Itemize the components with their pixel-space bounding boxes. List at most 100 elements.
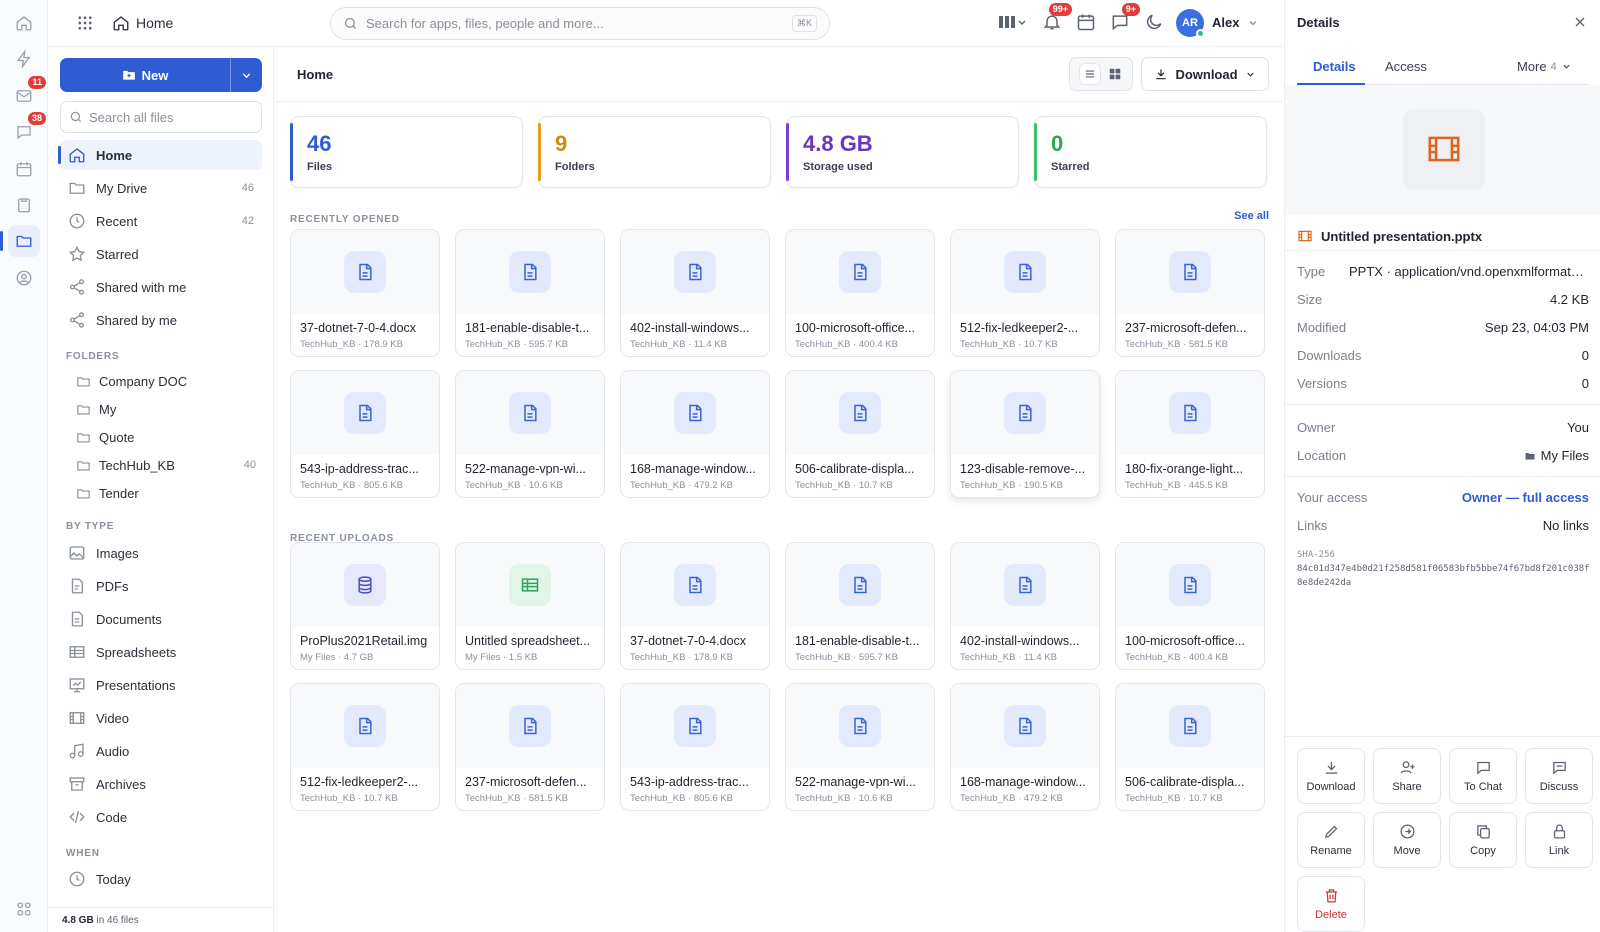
action-rename-button[interactable]: Rename [1297,812,1365,868]
file-name: 237-microsoft-defen... [465,775,587,789]
file-card[interactable]: 181-enable-disable-t... TechHub_KB · 595.… [785,542,935,670]
list-view-icon[interactable] [1080,64,1100,84]
alerts-icon[interactable]: 9+ [1110,3,1140,32]
file-card[interactable]: 100-microsoft-office... TechHub_KB · 400.… [1115,542,1265,670]
clipboard-icon[interactable] [8,189,40,221]
action-link-button[interactable]: Link [1525,812,1593,868]
action-copy-button[interactable]: Copy [1449,812,1517,868]
grid-icon[interactable] [8,893,40,925]
breadcrumb[interactable]: Home [112,14,173,32]
file-card[interactable]: Untitled spreadsheet... My Files · 1.5 KB [455,542,605,670]
type-video[interactable]: Video [60,703,262,733]
document-icon [685,262,705,282]
file-card[interactable]: 543-ip-address-trac... TechHub_KB · 805.6… [290,370,440,498]
tab-details[interactable]: Details [1313,59,1356,74]
grid-view-icon[interactable] [1108,67,1122,81]
type-pdfs[interactable]: PDFs [60,571,262,601]
detail-access: Your access Owner — full access [1297,490,1589,505]
type-documents[interactable]: Documents [60,604,262,634]
file-card[interactable]: 237-microsoft-defen... TechHub_KB · 581.5… [1115,229,1265,357]
file-card[interactable]: 37-dotnet-7-0-4.docx TechHub_KB · 178.9 K… [290,229,440,357]
action-delete-button[interactable]: Delete [1297,876,1365,932]
type-code[interactable]: Code [60,802,262,832]
file-card[interactable]: 402-install-windows... TechHub_KB · 11.4 … [950,542,1100,670]
file-card[interactable]: 522-manage-vpn-wi... TechHub_KB · 10.6 KB [785,683,935,811]
sidebar-item-recent[interactable]: Recent 42 [60,206,262,236]
access-link[interactable]: Owner — full access [1462,490,1589,505]
file-card[interactable]: 543-ip-address-trac... TechHub_KB · 805.6… [620,683,770,811]
sidebar-item-shared-with-me[interactable]: Shared with me [60,272,262,302]
chat-icon[interactable]: 38 [8,112,46,148]
when-today[interactable]: Today [60,864,262,894]
action-to-chat-button[interactable]: To Chat [1449,748,1517,804]
user-menu[interactable]: Alex [1212,15,1259,30]
detail-value-location[interactable]: My Files [1524,448,1589,463]
new-dropdown-button[interactable] [230,58,262,92]
document-icon [850,262,870,282]
file-card[interactable]: 512-fix-ledkeeper2-... TechHub_KB · 10.7 … [290,683,440,811]
file-name: 506-calibrate-displa... [1125,775,1245,789]
sidebar-item-home[interactable]: Home [58,140,262,170]
action-move-button[interactable]: Move [1373,812,1441,868]
new-button[interactable]: New [60,58,230,92]
detail-key: Links [1297,518,1328,533]
file-card[interactable]: 123-disable-remove-... TechHub_KB · 190.5… [950,370,1100,498]
apps-grid-icon[interactable] [76,14,94,32]
by-type-heading: BY TYPE [66,521,115,532]
file-card[interactable]: 168-manage-window... TechHub_KB · 479.2 K… [620,370,770,498]
file-card[interactable]: 506-calibrate-displa... TechHub_KB · 10.7… [1115,683,1265,811]
files-icon[interactable] [0,225,40,257]
sidebar-item-my-drive[interactable]: My Drive 46 [60,173,262,203]
file-name: Untitled spreadsheet... [465,634,591,648]
action-discuss-button[interactable]: Discuss [1525,748,1593,804]
calendar-icon[interactable] [1076,12,1096,32]
folder-item[interactable]: Quote [76,424,262,450]
download-button[interactable]: Download [1141,57,1269,91]
film-icon [68,709,86,727]
file-icon-badge [1004,705,1046,747]
home-icon[interactable] [8,7,40,39]
file-card[interactable]: 100-microsoft-office... TechHub_KB · 400.… [785,229,935,357]
file-card[interactable]: 506-calibrate-displa... TechHub_KB · 10.7… [785,370,935,498]
file-card[interactable]: 168-manage-window... TechHub_KB · 479.2 K… [950,683,1100,811]
notifications-icon[interactable]: 99+ [1042,3,1072,32]
folder-item[interactable]: Tender [76,480,262,506]
file-card[interactable]: 181-enable-disable-t... TechHub_KB · 595.… [455,229,605,357]
moon-icon[interactable] [1144,12,1164,32]
user-circle-icon[interactable] [8,262,40,294]
mail-icon[interactable]: 11 [8,76,46,112]
folder-item[interactable]: TechHub_KB 40 [76,452,262,478]
search-files-input[interactable]: Search all files [60,101,262,133]
detail-location: Location My Files [1297,448,1589,463]
calendar-icon[interactable] [8,153,40,185]
type-audio[interactable]: Audio [60,736,262,766]
file-card[interactable]: 512-fix-ledkeeper2-... TechHub_KB · 10.7 … [950,229,1100,357]
type-images[interactable]: Images [60,538,262,568]
folder-label: TechHub_KB [99,457,175,473]
action-download-button[interactable]: Download [1297,748,1365,804]
type-presentations[interactable]: Presentations [60,670,262,700]
file-card[interactable]: 180-fix-orange-light... TechHub_KB · 445.… [1115,370,1265,498]
user-plus-icon [1399,759,1416,776]
spreadsheet-icon [520,575,540,595]
action-share-button[interactable]: Share [1373,748,1441,804]
type-spreadsheets[interactable]: Spreadsheets [60,637,262,667]
tab-access[interactable]: Access [1385,59,1427,74]
file-card[interactable]: 522-manage-vpn-wi... TechHub_KB · 10.6 KB [455,370,605,498]
file-card[interactable]: ProPlus2021Retail.img My Files · 4.7 GB [290,542,440,670]
file-card[interactable]: 402-install-windows... TechHub_KB · 11.4 … [620,229,770,357]
folder-item[interactable]: Company DOC [76,368,262,394]
layout-switch-icon[interactable] [998,12,1028,32]
global-search[interactable]: Search for apps, files, people and more.… [330,7,830,40]
bolt-icon[interactable] [8,43,40,75]
file-card[interactable]: 237-microsoft-defen... TechHub_KB · 581.5… [455,683,605,811]
file-card[interactable]: 37-dotnet-7-0-4.docx TechHub_KB · 178.9 K… [620,542,770,670]
sidebar-item-starred[interactable]: Starred [60,239,262,269]
folder-item[interactable]: My [76,396,262,422]
close-icon[interactable] [1572,14,1588,30]
avatar[interactable]: AR [1176,9,1205,38]
see-all-link[interactable]: See all [1234,210,1269,222]
sidebar-item-shared-by-me[interactable]: Shared by me [60,305,262,335]
tab-more[interactable]: More 4 [1517,59,1572,74]
type-archives[interactable]: Archives [60,769,262,799]
